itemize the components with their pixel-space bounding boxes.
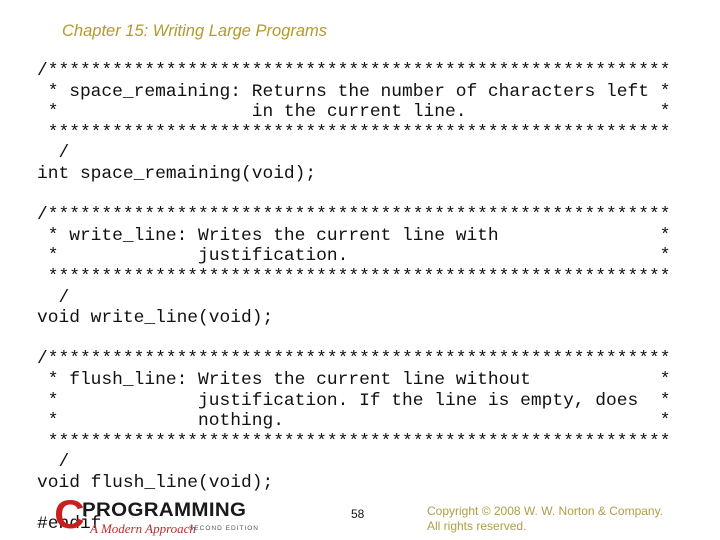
code-line: * flush_line: Writes the current line wi…	[37, 369, 671, 390]
code-line: ****************************************…	[37, 431, 671, 452]
code-line: /	[37, 287, 70, 308]
code-line: /	[37, 452, 70, 473]
book-logo: C PROGRAMMING A Modern Approach SECOND E…	[54, 493, 270, 538]
code-block: /***************************************…	[37, 61, 670, 535]
code-line: /***************************************…	[37, 61, 671, 81]
code-line: ****************************************…	[37, 122, 671, 143]
code-line: * justification. If the line is empty, d…	[37, 390, 671, 411]
logo-wordmark: PROGRAMMING	[82, 500, 247, 521]
logo-edition: SECOND EDITION	[189, 525, 259, 532]
code-line: * space_remaining: Returns the number of…	[37, 81, 671, 102]
code-line: * in the current line. *	[37, 102, 671, 123]
code-line: /***************************************…	[37, 349, 671, 370]
code-line: void flush_line(void);	[37, 472, 274, 493]
logo-letter-c: C	[54, 493, 85, 537]
code-line: int space_remaining(void);	[37, 163, 317, 184]
code-line: ****************************************…	[37, 266, 671, 287]
slide-title: Chapter 15: Writing Large Programs	[62, 22, 328, 40]
logo-subtitle: A Modern Approach	[90, 521, 196, 536]
code-line: * justification. *	[37, 246, 671, 267]
code-line: /	[37, 143, 70, 164]
code-line: * write_line: Writes the current line wi…	[37, 225, 671, 246]
code-line: /***************************************…	[37, 205, 671, 226]
code-line: * nothing. *	[37, 411, 671, 432]
code-line: void write_line(void);	[37, 308, 274, 329]
